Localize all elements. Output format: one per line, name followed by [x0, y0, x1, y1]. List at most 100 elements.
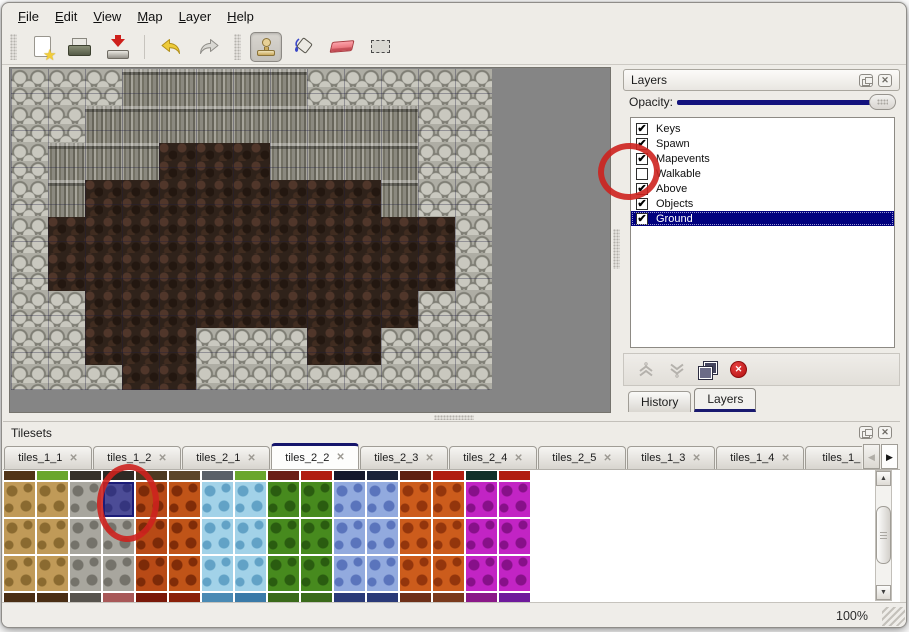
tab-close-icon[interactable]: ✕	[692, 453, 700, 464]
layer-row-above[interactable]: ✔Above	[631, 181, 894, 196]
palette-tile[interactable]	[334, 471, 365, 480]
scrollbar-thumb[interactable]	[876, 506, 891, 564]
palette-tile[interactable]	[202, 471, 233, 480]
rock-tile[interactable]	[381, 69, 418, 106]
tileset-tab-tiles_1_2[interactable]: tiles_1_2✕	[93, 446, 181, 469]
fill-tool-button[interactable]	[288, 32, 320, 62]
cliff-tile[interactable]	[85, 106, 122, 143]
palette-tile[interactable]	[169, 482, 200, 517]
menu-item-edit[interactable]: Edit	[47, 6, 85, 27]
palette-tile[interactable]	[37, 519, 68, 554]
floor-tile[interactable]	[307, 328, 344, 365]
floor-tile[interactable]	[233, 143, 270, 180]
palette-tile[interactable]	[433, 556, 464, 591]
rock-tile[interactable]	[418, 328, 455, 365]
floor-tile[interactable]	[159, 291, 196, 328]
palette-tile[interactable]	[400, 519, 431, 554]
eraser-tool-button[interactable]	[326, 32, 358, 62]
horizontal-splitter[interactable]	[2, 413, 907, 421]
floor-tile[interactable]	[381, 291, 418, 328]
floor-tile[interactable]	[270, 180, 307, 217]
opacity-slider-track[interactable]	[677, 100, 877, 105]
tileset-tab-tiles_2_4[interactable]: tiles_2_4✕	[449, 446, 537, 469]
floor-tile[interactable]	[85, 180, 122, 217]
cliff-tile[interactable]	[122, 143, 159, 180]
palette-tile[interactable]	[466, 471, 497, 480]
layer-visibility-checkbox[interactable]: ✔	[636, 153, 648, 165]
floor-tile[interactable]	[122, 254, 159, 291]
floor-tile[interactable]	[159, 328, 196, 365]
cliff-tile[interactable]	[196, 106, 233, 143]
rock-tile[interactable]	[418, 365, 455, 390]
map-canvas[interactable]	[11, 69, 492, 390]
rock-tile[interactable]	[48, 365, 85, 390]
layer-row-walkable[interactable]: Walkable	[631, 166, 894, 181]
tileset-tab-tiles_1_[interactable]: tiles_1_✕	[805, 446, 862, 469]
palette-tile[interactable]	[103, 519, 134, 554]
palette-tile[interactable]	[70, 519, 101, 554]
cliff-tile[interactable]	[307, 143, 344, 180]
floor-tile[interactable]	[85, 328, 122, 365]
floor-tile[interactable]	[159, 254, 196, 291]
rock-tile[interactable]	[11, 180, 48, 217]
tab-close-icon[interactable]: ✕	[781, 453, 789, 464]
palette-tile[interactable]	[235, 519, 266, 554]
palette-tile[interactable]	[268, 556, 299, 591]
save-button[interactable]	[102, 32, 134, 62]
rock-tile[interactable]	[233, 328, 270, 365]
palette-tile[interactable]	[235, 482, 266, 517]
cliff-tile[interactable]	[196, 69, 233, 106]
rock-tile[interactable]	[48, 69, 85, 106]
rock-tile[interactable]	[196, 328, 233, 365]
palette-tile[interactable]	[466, 519, 497, 554]
close-panel-icon[interactable]: ✕	[878, 426, 892, 439]
select-tool-button[interactable]	[364, 32, 396, 62]
palette-tile[interactable]	[4, 556, 35, 591]
rock-tile[interactable]	[381, 328, 418, 365]
floor-tile[interactable]	[233, 217, 270, 254]
floor-tile[interactable]	[344, 328, 381, 365]
rock-tile[interactable]	[418, 291, 455, 328]
floor-tile[interactable]	[196, 143, 233, 180]
cliff-tile[interactable]	[381, 106, 418, 143]
tab-scroll-right-button[interactable]: ▶	[881, 444, 898, 469]
floor-tile[interactable]	[270, 254, 307, 291]
tab-close-icon[interactable]: ✕	[336, 452, 344, 463]
cliff-tile[interactable]	[381, 180, 418, 217]
open-button[interactable]	[64, 32, 96, 62]
floor-tile[interactable]	[381, 217, 418, 254]
palette-tile[interactable]	[301, 556, 332, 591]
rock-tile[interactable]	[48, 291, 85, 328]
float-panel-icon[interactable]	[859, 74, 873, 87]
floor-tile[interactable]	[122, 328, 159, 365]
palette-tile[interactable]	[433, 471, 464, 480]
palette-tile[interactable]	[4, 519, 35, 554]
floor-tile[interactable]	[48, 254, 85, 291]
layer-row-objects[interactable]: ✔Objects	[631, 196, 894, 211]
redo-button[interactable]	[193, 32, 225, 62]
cliff-tile[interactable]	[233, 69, 270, 106]
rock-tile[interactable]	[11, 328, 48, 365]
floor-tile[interactable]	[196, 291, 233, 328]
cliff-tile[interactable]	[344, 106, 381, 143]
layer-visibility-checkbox[interactable]: ✔	[636, 198, 648, 210]
tileset-tab-tiles_1_4[interactable]: tiles_1_4✕	[716, 446, 804, 469]
rock-tile[interactable]	[455, 143, 492, 180]
palette-tile[interactable]	[136, 556, 167, 591]
rock-tile[interactable]	[48, 106, 85, 143]
cliff-tile[interactable]	[48, 180, 85, 217]
palette-tile[interactable]	[70, 482, 101, 517]
cliff-tile[interactable]	[122, 106, 159, 143]
rock-tile[interactable]	[418, 69, 455, 106]
toolbar-drag-handle[interactable]	[10, 34, 17, 60]
floor-tile[interactable]	[307, 291, 344, 328]
layer-visibility-checkbox[interactable]: ✔	[636, 183, 648, 195]
floor-tile[interactable]	[344, 180, 381, 217]
dock-tab-layers[interactable]: Layers	[694, 388, 756, 412]
palette-tile[interactable]	[103, 471, 134, 480]
rock-tile[interactable]	[48, 328, 85, 365]
layer-row-spawn[interactable]: ✔Spawn	[631, 136, 894, 151]
palette-tile[interactable]	[103, 556, 134, 591]
resize-grip[interactable]	[882, 607, 905, 626]
float-panel-icon[interactable]	[859, 426, 873, 439]
